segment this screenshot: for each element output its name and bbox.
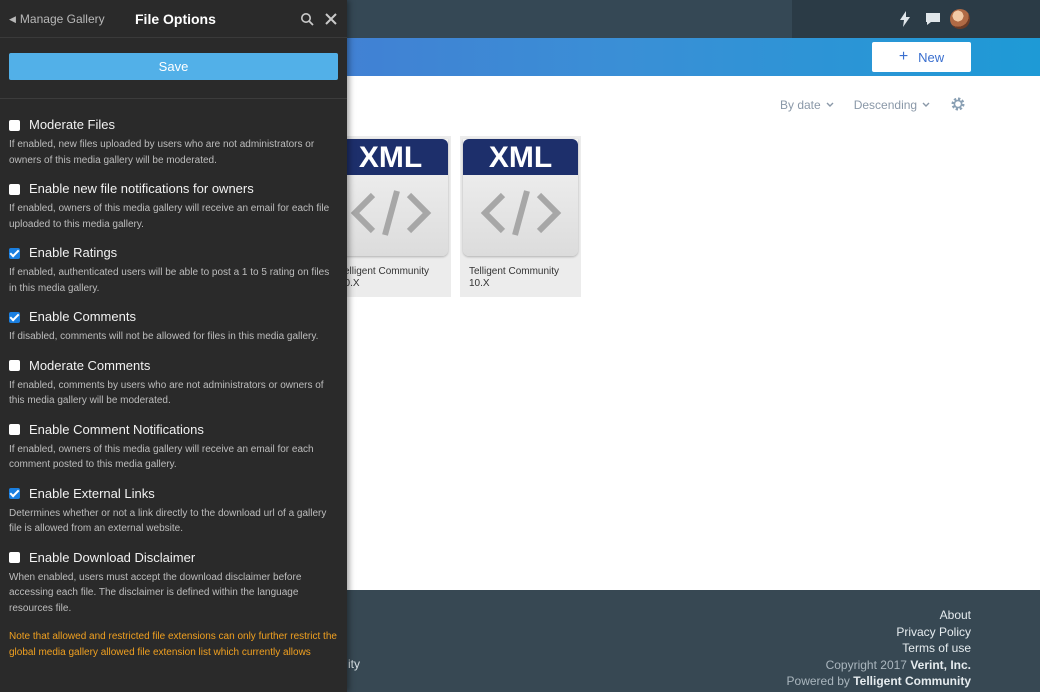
option-checkbox[interactable] (9, 424, 20, 435)
gear-icon[interactable] (950, 96, 966, 112)
option-row: Moderate Comments (9, 358, 338, 374)
options-list: Moderate Files If enabled, new files uplo… (0, 99, 347, 660)
option-description: When enabled, users must accept the down… (9, 571, 302, 614)
option-checkbox[interactable] (9, 247, 20, 259)
file-type-label: XML (333, 139, 448, 175)
xml-file-icon: XML (463, 139, 578, 256)
chevron-down-icon (922, 102, 930, 107)
save-button[interactable]: Save (9, 53, 338, 80)
option-checkbox[interactable] (9, 119, 20, 131)
option-label[interactable]: Enable Comment Notifications (29, 422, 204, 438)
option-row: Enable Download Disclaimer (9, 550, 338, 566)
option-row: Enable new file notifications for owners (9, 181, 338, 197)
search-icon[interactable] (300, 12, 314, 26)
code-brackets-icon (350, 190, 432, 236)
option-label[interactable]: Enable Comments (29, 309, 136, 325)
footer-link-privacy[interactable]: Privacy Policy (787, 624, 971, 641)
copyright-prefix: Copyright 2017 (825, 657, 911, 672)
option-description: If enabled, new files uploaded by users … (9, 139, 315, 166)
file-title[interactable]: Telligent Community 10.X (339, 266, 447, 290)
close-icon[interactable] (324, 12, 338, 26)
option-description: If enabled, authenticated users will be … (9, 267, 330, 294)
option-description: If enabled, owners of this media gallery… (9, 203, 330, 230)
option-description: If enabled, comments by users who are no… (9, 379, 324, 407)
option-label[interactable]: Enable Download Disclaimer (29, 550, 195, 566)
option-checkbox[interactable] (9, 488, 20, 499)
sort-order-select[interactable]: Descending (854, 98, 930, 112)
option-description: If disabled, comments will not be allowe… (9, 331, 319, 342)
option-checkbox[interactable] (9, 311, 20, 323)
option-row: Enable Comments (9, 309, 338, 325)
sort-by-select[interactable]: By date (780, 98, 834, 112)
file-title[interactable]: Telligent Community 10.X (469, 266, 577, 290)
option-item: Enable Comment Notifications If enabled, … (9, 422, 338, 473)
code-brackets-icon (480, 190, 562, 236)
option-label[interactable]: Moderate Files (29, 117, 115, 133)
save-area: Save (0, 38, 347, 99)
panel-title: File Options (135, 11, 216, 27)
footer-copyright: Copyright 2017 Verint, Inc. (787, 657, 971, 674)
extension-note: Note that allowed and restricted file ex… (9, 631, 337, 658)
caret-left-icon: ◀ (9, 13, 16, 24)
powered-name[interactable]: Telligent Community (853, 674, 971, 688)
option-row: Enable Comment Notifications (9, 422, 338, 438)
option-item: Enable Ratings If enabled, authenticated … (9, 245, 338, 296)
option-item: Enable External Links Determines whether … (9, 486, 338, 537)
option-item: Enable new file notifications for owners… (9, 181, 338, 232)
option-label[interactable]: Enable Ratings (29, 245, 117, 261)
sort-order-value: Descending (853, 98, 918, 112)
file-card[interactable]: XML Telligent Community 10.X (460, 136, 581, 297)
sort-by-value: By date (780, 98, 821, 112)
option-checkbox[interactable] (9, 360, 20, 371)
panel-header: ◀ Manage Gallery File Options (0, 0, 347, 38)
user-toolbar (792, 0, 1040, 38)
chat-icon[interactable] (924, 10, 942, 28)
footer-link-terms[interactable]: Terms of use (787, 640, 971, 657)
chevron-down-icon (826, 102, 834, 107)
back-label: Manage Gallery (19, 12, 105, 26)
option-row: Enable External Links (9, 486, 338, 502)
footer-link-about[interactable]: About (787, 607, 971, 624)
back-link[interactable]: ◀ Manage Gallery (9, 12, 105, 26)
copyright-owner[interactable]: Verint, Inc. (910, 658, 971, 672)
option-label[interactable]: Enable new file notifications for owners (29, 181, 254, 197)
file-card[interactable]: XML Telligent Community 10.X (330, 136, 451, 297)
option-checkbox[interactable] (9, 183, 20, 195)
option-checkbox[interactable] (9, 552, 20, 563)
option-row: Enable Ratings (9, 245, 338, 261)
new-button-label: New (918, 49, 945, 65)
avatar[interactable] (950, 9, 970, 29)
xml-file-icon: XML (333, 139, 448, 256)
option-item: Moderate Comments If enabled, comments by… (9, 358, 338, 409)
footer-fragment: ity (348, 657, 360, 671)
sort-controls: By date Descending (780, 98, 930, 112)
option-item: Enable Download Disclaimer When enabled, … (9, 550, 338, 617)
plus-icon: + (898, 48, 909, 65)
option-description: If enabled, owners of this media gallery… (9, 443, 314, 471)
option-description: Determines whether or not a link directl… (9, 507, 327, 535)
footer-links: About Privacy Policy Terms of use Copyri… (787, 607, 971, 690)
option-row: Moderate Files (9, 117, 338, 133)
footer-powered: Powered by Telligent Community (787, 673, 971, 690)
option-label[interactable]: Enable External Links (29, 486, 155, 502)
option-item: Moderate Files If enabled, new files uplo… (9, 117, 338, 168)
powered-prefix: Powered by (786, 674, 854, 688)
file-type-label: XML (463, 139, 578, 175)
file-options-panel: ◀ Manage Gallery File Options Save Moder… (0, 0, 347, 692)
new-button[interactable]: + New (872, 42, 971, 72)
lightning-icon[interactable] (896, 10, 914, 28)
option-item: Enable Comments If disabled, comments wil… (9, 309, 338, 345)
option-label[interactable]: Moderate Comments (29, 358, 150, 374)
